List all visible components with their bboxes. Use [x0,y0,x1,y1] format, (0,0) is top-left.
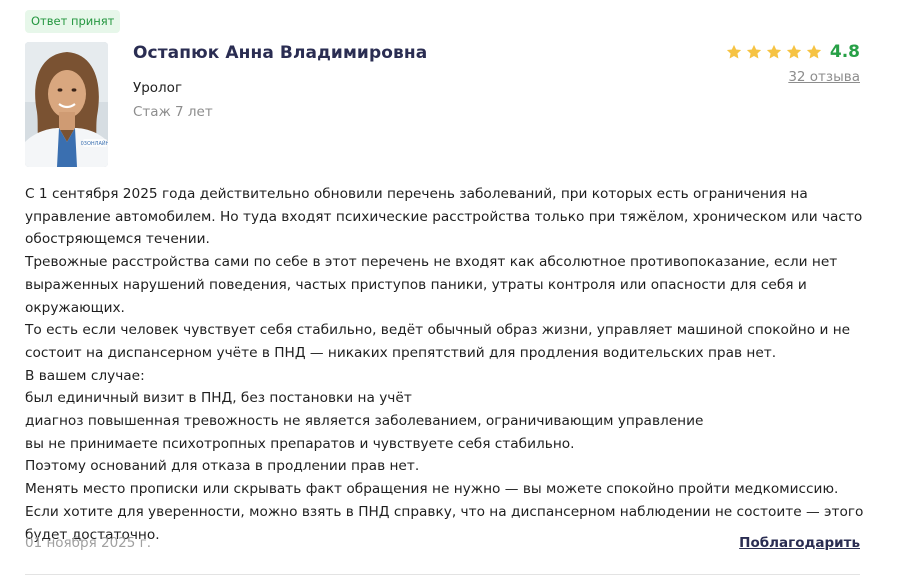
rating-value: 4.8 [829,42,860,62]
star-icon [746,44,761,59]
answer-text: С 1 сентября 2025 года действительно обн… [25,183,875,546]
doctor-photo-image: 03ОНЛАЙН [25,42,108,167]
reviews-link[interactable]: 32 отзыва [788,69,860,85]
answer-paragraph: был единичный визит в ПНД, без постановк… [25,390,412,407]
star-icon [786,44,801,59]
doctor-photo[interactable]: 03ОНЛАЙН [25,42,108,167]
star-icon [766,44,781,59]
rating-block: 4.8 [725,42,860,62]
doctor-experience: Стаж 7 лет [133,104,213,120]
answer-paragraph: В вашем случае: [25,367,145,384]
rating-stars [725,43,823,61]
answer-paragraph: Тревожные расстройства сами по себе в эт… [25,254,838,316]
status-badge: Ответ принят [25,10,121,33]
answer-paragraph: С 1 сентября 2025 года действительно обн… [25,186,863,248]
thank-button[interactable]: Поблагодарить [739,535,860,551]
answer-paragraph: диагноз повышенная тревожность не являет… [25,413,704,430]
doctor-specialty: Уролог [133,80,183,96]
answer-date: 01 ноября 2025 г. [25,535,152,551]
star-icon [726,44,741,59]
answer-paragraph: То есть если человек чувствует себя стаб… [25,322,851,361]
star-icon [806,44,821,59]
answer-paragraph: вы не принимаете психотропных препаратов… [25,435,575,452]
doctor-name[interactable]: Остапюк Анна Владимировна [133,43,427,63]
answer-paragraph: Менять место прописки или скрывать факт … [25,481,839,498]
svg-text:03ОНЛАЙН: 03ОНЛАЙН [81,140,108,147]
answer-paragraph: Поэтому оснований для отказа в продлении… [25,458,420,475]
divider [25,574,860,575]
